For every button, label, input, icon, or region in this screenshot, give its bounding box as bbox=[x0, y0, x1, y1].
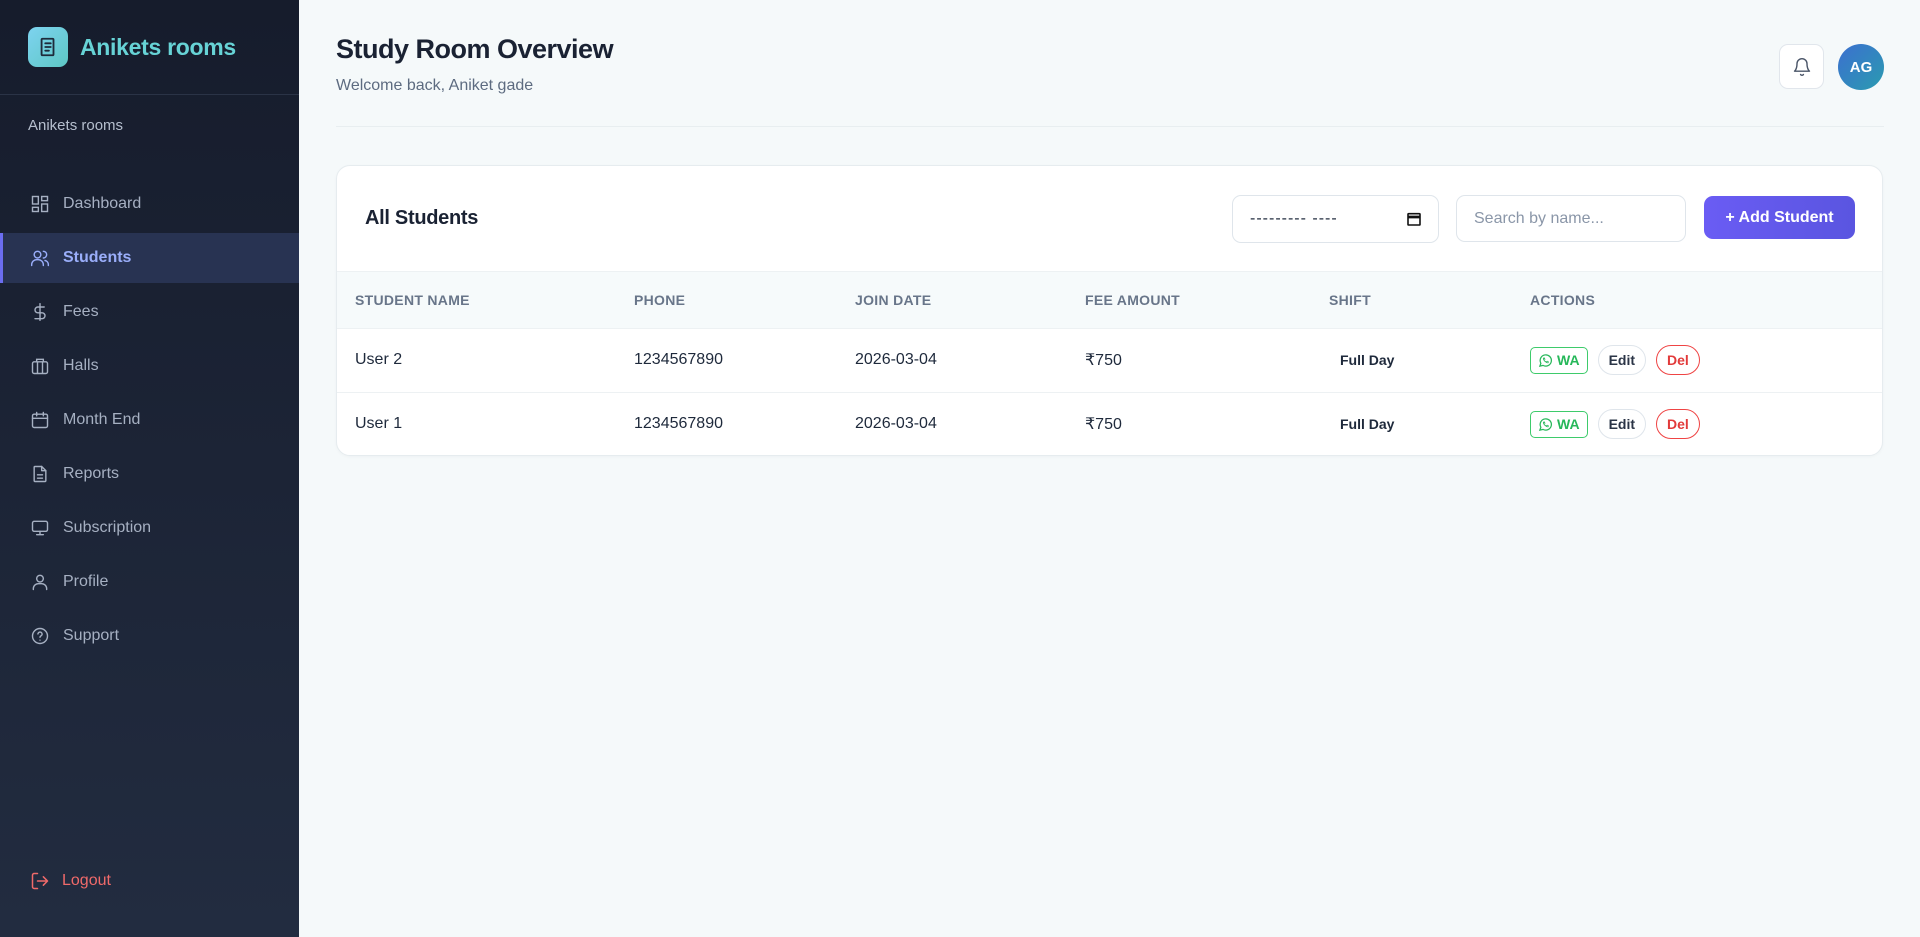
date-filter-input[interactable]: --------- ---- bbox=[1232, 195, 1439, 243]
sidebar-item-label: Reports bbox=[63, 465, 120, 482]
delete-button[interactable]: Del bbox=[1656, 409, 1700, 440]
sidebar-item-fees[interactable]: Fees bbox=[0, 287, 299, 337]
student-join-date: 2026-03-04 bbox=[855, 351, 937, 368]
sidebar-item-label: Dashboard bbox=[63, 195, 142, 212]
column-header: ACTIONS bbox=[1530, 291, 1596, 308]
sidebar-item-label: Month End bbox=[63, 411, 141, 428]
add-student-button[interactable]: + Add Student bbox=[1704, 196, 1855, 239]
column-header: STUDENT NAME bbox=[355, 291, 470, 308]
page-subtitle: Welcome back, Aniket gade bbox=[336, 77, 534, 94]
whatsapp-label: WA bbox=[1557, 352, 1580, 368]
logout-button[interactable]: Logout bbox=[30, 871, 111, 891]
whatsapp-icon bbox=[1538, 417, 1553, 431]
sidebar-item-support[interactable]: Support bbox=[0, 611, 299, 661]
table-header-row: STUDENT NAME PHONE JOIN DATE FEE AMOUNT … bbox=[337, 272, 1882, 328]
calendar-picker-icon[interactable] bbox=[1406, 211, 1422, 227]
search-input[interactable] bbox=[1456, 195, 1686, 242]
dollar-icon bbox=[34, 302, 46, 322]
notifications-button[interactable] bbox=[1779, 44, 1824, 89]
card-title: All Students bbox=[365, 207, 479, 229]
sidebar-item-label: Halls bbox=[63, 357, 99, 374]
brand[interactable]: Anikets rooms bbox=[0, 0, 299, 95]
student-join-date: 2026-03-04 bbox=[855, 415, 937, 433]
edit-button[interactable]: Edit bbox=[1597, 409, 1647, 440]
card-header: All Students --------- ---- + Add Studen… bbox=[337, 166, 1882, 272]
help-icon bbox=[31, 627, 49, 645]
date-value: --------- ---- bbox=[1250, 210, 1338, 227]
delete-button[interactable]: Del bbox=[1656, 345, 1700, 375]
monitor-icon bbox=[31, 520, 49, 536]
student-fee: ₹750 bbox=[1085, 352, 1122, 369]
page-header: Study Room Overview Welcome back, Aniket… bbox=[336, 0, 1884, 127]
student-name: User 1 bbox=[355, 415, 403, 433]
sidebar-item-label: Support bbox=[63, 627, 120, 644]
sidebar-item-subscription[interactable]: Subscription bbox=[0, 503, 299, 553]
logout-label: Logout bbox=[62, 872, 111, 889]
edit-button[interactable]: Edit bbox=[1597, 345, 1647, 375]
student-phone: 1234567890 bbox=[634, 351, 723, 368]
sidebar: Anikets rooms Anikets rooms Dashboard St… bbox=[0, 0, 299, 937]
whatsapp-icon bbox=[1538, 353, 1553, 367]
column-header: FEE AMOUNT bbox=[1085, 291, 1181, 308]
sidebar-item-label: Subscription bbox=[63, 519, 152, 536]
avatar[interactable]: AG bbox=[1838, 44, 1884, 90]
users-icon bbox=[30, 250, 50, 267]
student-shift: Full Day bbox=[1340, 352, 1395, 368]
bell-icon bbox=[1793, 57, 1810, 76]
sidebar-nav: Dashboard Students Fees Halls Month End … bbox=[0, 179, 299, 661]
sidebar-item-students[interactable]: Students bbox=[0, 233, 299, 283]
whatsapp-button[interactable]: WA bbox=[1530, 346, 1588, 374]
calendar-icon bbox=[31, 411, 49, 429]
column-header: PHONE bbox=[634, 291, 686, 308]
sidebar-item-halls[interactable]: Halls bbox=[0, 341, 299, 391]
sidebar-item-label: Students bbox=[63, 249, 132, 266]
building-icon bbox=[31, 358, 49, 375]
whatsapp-label: WA bbox=[1557, 416, 1580, 433]
book-icon bbox=[28, 27, 68, 67]
brand-title: Anikets rooms bbox=[80, 33, 236, 60]
column-header: SHIFT bbox=[1329, 291, 1371, 308]
student-name: User 2 bbox=[355, 351, 403, 368]
student-phone: 1234567890 bbox=[634, 415, 723, 433]
file-icon bbox=[33, 465, 47, 483]
column-header: JOIN DATE bbox=[855, 291, 932, 308]
logout-icon bbox=[31, 872, 49, 890]
sidebar-item-dashboard[interactable]: Dashboard bbox=[0, 179, 299, 229]
student-shift: Full Day bbox=[1340, 416, 1395, 433]
dashboard-icon bbox=[31, 195, 49, 213]
user-icon bbox=[32, 574, 48, 591]
table-row: User 2 1234567890 2026-03-04 ₹750 Full D… bbox=[337, 328, 1882, 392]
row-actions: WA Edit Del bbox=[1512, 392, 1882, 455]
sidebar-item-month-end[interactable]: Month End bbox=[0, 395, 299, 445]
row-actions: WA Edit Del bbox=[1512, 328, 1882, 392]
student-fee: ₹750 bbox=[1085, 416, 1122, 434]
whatsapp-button[interactable]: WA bbox=[1530, 410, 1588, 438]
org-name: Anikets rooms bbox=[28, 117, 124, 134]
table-row: User 1 1234567890 2026-03-04 ₹750 Full D… bbox=[337, 392, 1882, 455]
page-title: Study Room Overview bbox=[336, 34, 614, 64]
sidebar-item-label: Profile bbox=[63, 573, 109, 590]
sidebar-item-profile[interactable]: Profile bbox=[0, 557, 299, 607]
sidebar-item-reports[interactable]: Reports bbox=[0, 449, 299, 499]
students-card: All Students --------- ---- + Add Studen… bbox=[336, 165, 1883, 456]
sidebar-item-label: Fees bbox=[63, 303, 99, 320]
students-table: STUDENT NAME PHONE JOIN DATE FEE AMOUNT … bbox=[337, 272, 1882, 455]
